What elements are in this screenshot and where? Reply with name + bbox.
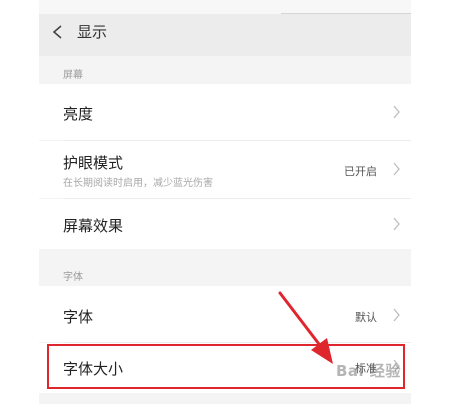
row-subtitle: 在长期阅读时启用，减少蓝光伤害 <box>63 178 213 189</box>
chevron-right-icon <box>393 105 400 119</box>
status-strip <box>39 0 411 14</box>
watermark-logo: Bai 经验 <box>336 362 401 380</box>
row-font[interactable]: 字体 默认 <box>39 286 411 342</box>
chevron-left-icon[interactable] <box>51 24 65 40</box>
row-label: 护眼模式 <box>63 154 124 172</box>
row-label: 亮度 <box>63 105 94 123</box>
row-screen-effect[interactable]: 屏幕效果 <box>39 199 411 249</box>
chevron-right-icon <box>393 308 400 322</box>
status-divider <box>281 13 411 14</box>
top-bar: 显示 <box>39 0 411 56</box>
section-label-screen: 屏幕 <box>63 70 83 81</box>
page-title: 显示 <box>77 23 108 41</box>
row-value: 默认 <box>355 311 377 324</box>
row-label: 字体 <box>63 308 94 326</box>
chevron-right-icon <box>393 162 400 176</box>
row-brightness[interactable]: 亮度 <box>39 84 411 140</box>
row-eye-protection[interactable]: 护眼模式 在长期阅读时启用，减少蓝光伤害 已开启 <box>39 141 411 198</box>
chevron-right-icon <box>393 217 400 231</box>
section-label-font: 字体 <box>63 272 83 283</box>
row-value: 已开启 <box>344 165 377 178</box>
row-label: 屏幕效果 <box>63 217 124 235</box>
